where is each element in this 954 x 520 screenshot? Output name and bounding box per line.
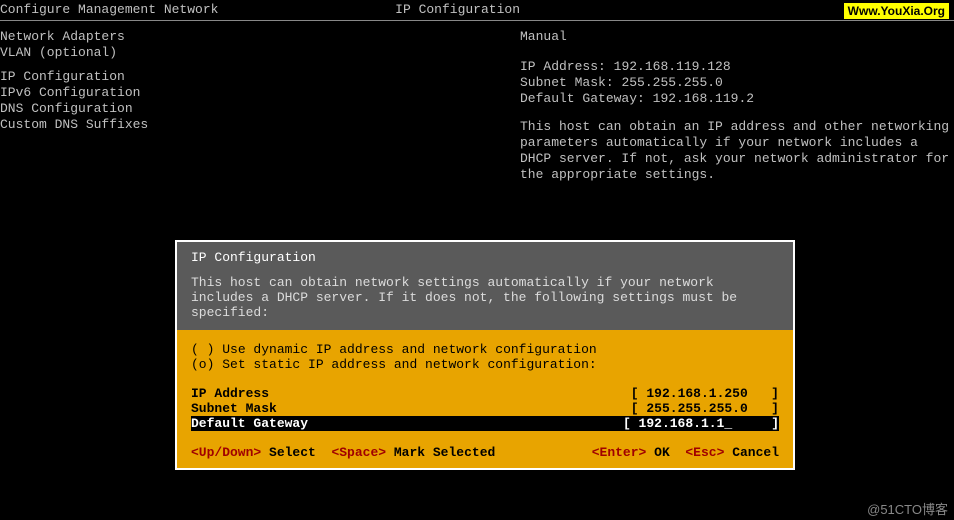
option-dynamic[interactable]: ( ) Use dynamic IP address and network c…: [191, 342, 779, 357]
field-label: IP Address: [191, 386, 269, 401]
dialog-body: ( ) Use dynamic IP address and network c…: [177, 330, 793, 468]
ok-action[interactable]: OK: [654, 445, 670, 460]
key-enter: <Enter>: [592, 445, 647, 460]
field-value: [ 192.168.1.1_ ]: [623, 416, 779, 431]
detail-mask: Subnet Mask: 255.255.255.0: [520, 75, 954, 91]
detail-paragraph: This host can obtain an IP address and o…: [520, 119, 950, 183]
detail-panel: Manual IP Address: 192.168.119.128 Subne…: [520, 29, 954, 183]
field-label: Default Gateway: [191, 416, 308, 431]
sidebar-item-network-adapters[interactable]: Network Adapters: [0, 29, 520, 45]
field-ip-address[interactable]: IP Address [ 192.168.1.250 ]: [191, 386, 779, 401]
field-label: Subnet Mask: [191, 401, 277, 416]
header-divider: [0, 20, 954, 21]
sidebar-item-dns-config[interactable]: DNS Configuration: [0, 101, 520, 117]
ip-config-dialog: IP Configuration This host can obtain ne…: [175, 240, 795, 470]
dialog-help-text: This host can obtain network settings au…: [191, 275, 779, 320]
footer-right: <Enter> OK <Esc> Cancel: [592, 445, 779, 460]
header-title-right: IP Configuration: [395, 2, 520, 17]
option-static[interactable]: (o) Set static IP address and network co…: [191, 357, 779, 372]
header-bar: Configure Management Network IP Configur…: [0, 0, 954, 18]
main-columns: Network Adapters VLAN (optional) IP Conf…: [0, 29, 954, 183]
detail-ip: IP Address: 192.168.119.128: [520, 59, 954, 75]
detail-gateway: Default Gateway: 192.168.119.2: [520, 91, 954, 107]
key-space: <Space>: [331, 445, 386, 460]
field-default-gateway[interactable]: Default Gateway [ 192.168.1.1_ ]: [191, 416, 779, 431]
sidebar-item-ipv6-config[interactable]: IPv6 Configuration: [0, 85, 520, 101]
sidebar-item-ip-config[interactable]: IP Configuration: [0, 69, 520, 85]
watermark-top: Www.YouXia.Org: [843, 2, 950, 20]
field-subnet-mask[interactable]: Subnet Mask [ 255.255.255.0 ]: [191, 401, 779, 416]
dialog-header: IP Configuration This host can obtain ne…: [177, 242, 793, 330]
sidebar: Network Adapters VLAN (optional) IP Conf…: [0, 29, 520, 183]
dialog-footer: <Up/Down> Select <Space> Mark Selected <…: [191, 445, 779, 460]
field-value: [ 255.255.255.0 ]: [631, 401, 779, 416]
detail-mode: Manual: [520, 29, 954, 45]
sidebar-item-custom-dns[interactable]: Custom DNS Suffixes: [0, 117, 520, 133]
key-updown: <Up/Down>: [191, 445, 261, 460]
watermark-bottom: @51CTO博客: [867, 499, 948, 518]
sidebar-item-vlan[interactable]: VLAN (optional): [0, 45, 520, 61]
fields-list: IP Address [ 192.168.1.250 ] Subnet Mask…: [191, 386, 779, 431]
key-esc: <Esc>: [685, 445, 724, 460]
text-cursor: _: [724, 416, 732, 431]
dialog-title: IP Configuration: [191, 250, 779, 265]
field-value: [ 192.168.1.250 ]: [631, 386, 779, 401]
header-title-left: Configure Management Network: [0, 2, 218, 17]
cancel-action[interactable]: Cancel: [732, 445, 779, 460]
footer-left: <Up/Down> Select <Space> Mark Selected: [191, 445, 495, 460]
